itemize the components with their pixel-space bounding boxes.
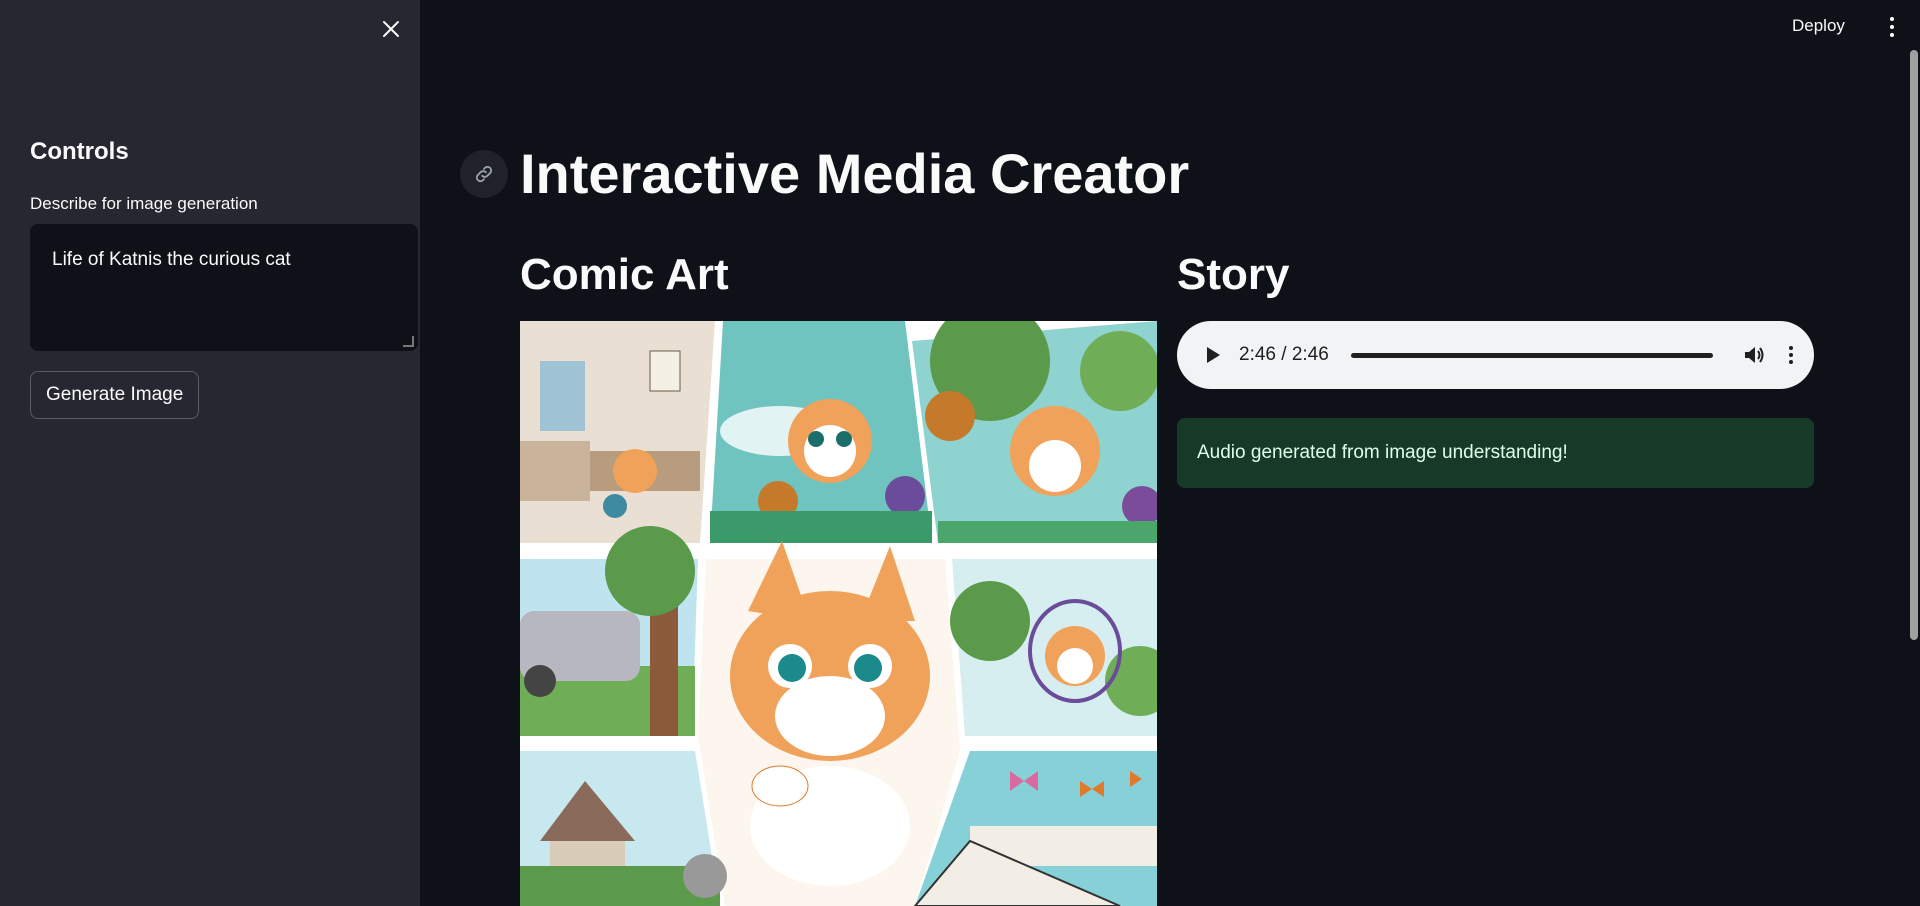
sidebar-heading: Controls (30, 138, 129, 165)
audio-time: 2:46 / 2:46 (1239, 344, 1329, 365)
resize-handle-icon[interactable] (403, 336, 414, 347)
sidebar: Controls Describe for image generation L… (0, 0, 420, 906)
play-button[interactable] (1199, 341, 1227, 369)
volume-icon (1744, 347, 1764, 363)
title-anchor-link[interactable] (460, 150, 508, 198)
prompt-textarea[interactable]: Life of Katnis the curious cat (30, 224, 418, 351)
success-alert: Audio generated from image understanding… (1177, 418, 1814, 488)
prompt-label: Describe for image generation (30, 194, 258, 213)
generate-image-button[interactable]: Generate Image (30, 371, 200, 419)
close-sidebar-button[interactable] (376, 14, 406, 44)
scrollbar[interactable] (1910, 50, 1918, 640)
page-title: Interactive Media Creator (520, 142, 1190, 205)
audio-player[interactable]: 2:46 / 2:46 (1177, 321, 1814, 389)
prompt-value: Life of Katnis the curious cat (52, 249, 291, 270)
audio-options-button[interactable] (1781, 341, 1801, 369)
link-icon (475, 165, 493, 183)
story-heading: Story (1177, 250, 1290, 299)
volume-button[interactable] (1741, 341, 1769, 369)
more-vert-icon (1890, 17, 1894, 37)
main-menu-button[interactable] (1880, 12, 1904, 42)
close-icon (383, 21, 399, 37)
more-vert-icon (1788, 346, 1793, 364)
deploy-button[interactable]: Deploy (1792, 14, 1845, 38)
comic-art-image (520, 321, 1157, 906)
success-message: Audio generated from image understanding… (1197, 442, 1568, 463)
audio-progress-slider[interactable] (1350, 352, 1713, 358)
comic-art-heading: Comic Art (520, 250, 729, 299)
play-icon (1207, 347, 1220, 363)
